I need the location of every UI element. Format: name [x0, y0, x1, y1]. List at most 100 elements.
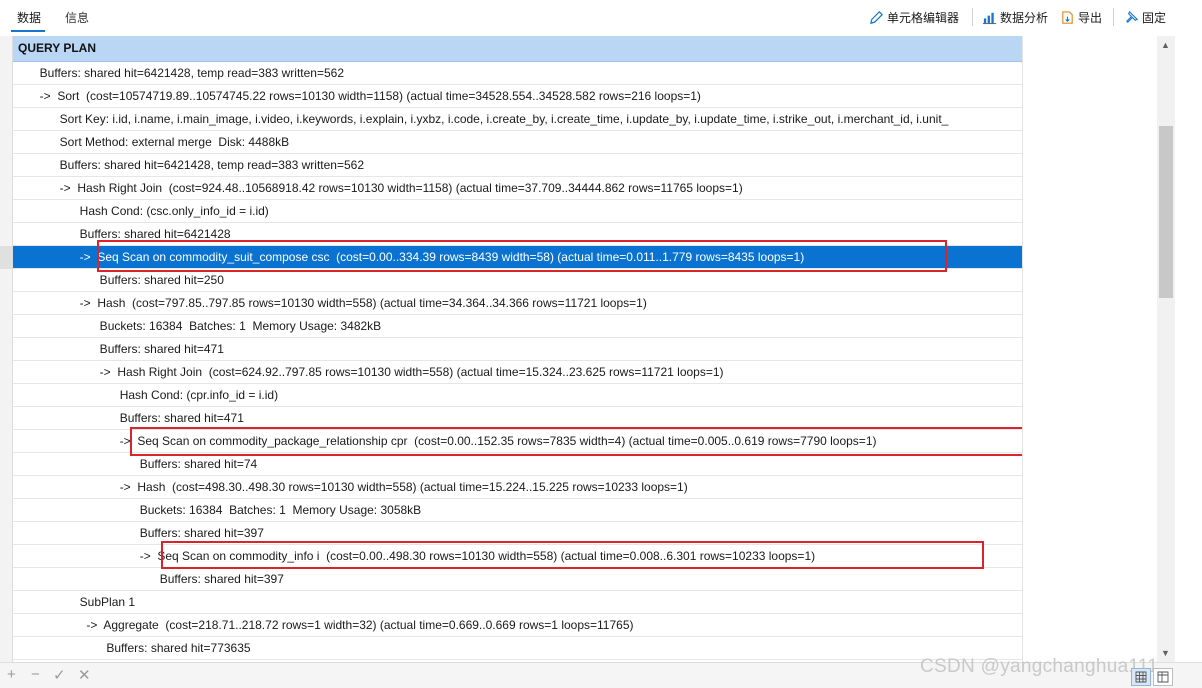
export-icon: [1062, 11, 1073, 24]
query-plan-cell[interactable]: -> Seq Scan on commodity_package_relatio…: [13, 430, 1022, 452]
delete-row-icon[interactable]: −: [31, 666, 40, 683]
row-gutter-cell[interactable]: [0, 545, 13, 568]
row-gutter-cell[interactable]: [0, 315, 13, 338]
query-plan-cell[interactable]: Buffers: shared hit=471: [13, 407, 1022, 429]
query-plan-cell[interactable]: Buffers: shared hit=471: [13, 338, 1022, 360]
row-gutter-cell[interactable]: [0, 407, 13, 430]
table-row[interactable]: -> Seq Scan on commodity_info i (cost=0.…: [0, 545, 1022, 568]
data-analysis-button[interactable]: 数据分析: [982, 9, 1048, 26]
pin-button[interactable]: 固定: [1124, 9, 1166, 26]
table-row[interactable]: Buckets: 16384 Batches: 1 Memory Usage: …: [0, 499, 1022, 522]
row-gutter-cell[interactable]: [0, 476, 13, 499]
row-gutter-cell[interactable]: [0, 430, 13, 453]
query-plan-cell[interactable]: Buffers: shared hit=250: [13, 269, 1022, 291]
query-plan-cell[interactable]: Sort Key: i.id, i.name, i.main_image, i.…: [13, 108, 1022, 130]
data-analysis-label: 数据分析: [1000, 11, 1049, 25]
query-plan-cell[interactable]: Hash Cond: (cpr.info_id = i.id): [13, 384, 1022, 406]
row-gutter-cell[interactable]: [0, 384, 13, 407]
table-row[interactable]: Buffers: shared hit=471: [0, 338, 1022, 361]
query-plan-cell[interactable]: Buffers: shared hit=773635: [13, 637, 1022, 659]
form-view-icon: [1157, 671, 1169, 683]
scrollbar-thumb[interactable]: [1159, 126, 1173, 298]
row-gutter-cell[interactable]: [0, 522, 13, 545]
export-button[interactable]: 导出: [1060, 9, 1102, 26]
table-row[interactable]: -> Sort (cost=10574719.89..10574745.22 r…: [0, 85, 1022, 108]
tab-data[interactable]: 数据: [17, 9, 41, 26]
row-gutter-cell[interactable]: [0, 614, 13, 637]
row-gutter-cell[interactable]: [0, 568, 13, 591]
right-margin: [1175, 36, 1202, 662]
table-row[interactable]: -> Seq Scan on commodity_package_relatio…: [0, 430, 1022, 453]
query-plan-cell[interactable]: -> Sort (cost=10574719.89..10574745.22 r…: [13, 85, 1022, 107]
table-row[interactable]: Buffers: shared hit=6421428, temp read=3…: [0, 154, 1022, 177]
row-gutter-cell[interactable]: [0, 177, 13, 200]
table-row[interactable]: Buffers: shared hit=6421428: [0, 223, 1022, 246]
discard-icon[interactable]: ✕: [78, 666, 91, 684]
form-view-button[interactable]: [1153, 668, 1173, 686]
tab-info[interactable]: 信息: [65, 9, 89, 26]
table-row[interactable]: -> Hash Right Join (cost=624.92..797.85 …: [0, 361, 1022, 384]
query-plan-cell[interactable]: SubPlan 1: [13, 591, 1022, 613]
row-gutter-cell[interactable]: [0, 292, 13, 315]
query-plan-cell[interactable]: -> Hash Right Join (cost=624.92..797.85 …: [13, 361, 1022, 383]
table-row[interactable]: Buffers: shared hit=397: [0, 522, 1022, 545]
row-gutter-cell[interactable]: [0, 131, 13, 154]
query-plan-cell[interactable]: Buffers: shared hit=397: [13, 568, 1022, 590]
row-gutter-cell[interactable]: [0, 269, 13, 292]
query-plan-cell[interactable]: Buffers: shared hit=6421428, temp read=3…: [13, 154, 1022, 176]
table-row[interactable]: Sort Key: i.id, i.name, i.main_image, i.…: [0, 108, 1022, 131]
row-gutter-cell[interactable]: [0, 85, 13, 108]
table-row[interactable]: Buffers: shared hit=74: [0, 453, 1022, 476]
table-row[interactable]: SubPlan 1: [0, 591, 1022, 614]
query-plan-cell[interactable]: -> Hash (cost=498.30..498.30 rows=10130 …: [13, 476, 1022, 498]
table-row[interactable]: -> Seq Scan on commodity_suit_compose cs…: [0, 246, 1022, 269]
row-gutter-cell[interactable]: [0, 200, 13, 223]
table-row[interactable]: Buffers: shared hit=773635: [0, 637, 1022, 660]
table-row[interactable]: -> Aggregate (cost=218.71..218.72 rows=1…: [0, 614, 1022, 637]
table-row[interactable]: -> Hash Right Join (cost=924.48..1056891…: [0, 177, 1022, 200]
column-header-query-plan[interactable]: QUERY PLAN: [13, 36, 1022, 62]
query-plan-cell[interactable]: Hash Cond: (csc.only_info_id = i.id): [13, 200, 1022, 222]
cell-editor-button[interactable]: 单元格编辑器: [869, 9, 959, 26]
row-gutter-cell[interactable]: [0, 62, 13, 85]
row-gutter-cell[interactable]: [0, 591, 13, 614]
table-row[interactable]: Sort Method: external merge Disk: 4488kB: [0, 131, 1022, 154]
row-gutter-cell[interactable]: [0, 453, 13, 476]
row-gutter-cell[interactable]: [0, 154, 13, 177]
query-plan-cell[interactable]: -> Aggregate (cost=218.71..218.72 rows=1…: [13, 614, 1022, 636]
table-row[interactable]: -> Hash (cost=498.30..498.30 rows=10130 …: [0, 476, 1022, 499]
table-row[interactable]: -> Hash (cost=797.85..797.85 rows=10130 …: [0, 292, 1022, 315]
table-row[interactable]: Hash Cond: (csc.only_info_id = i.id): [0, 200, 1022, 223]
query-plan-cell[interactable]: -> Seq Scan on commodity_suit_compose cs…: [13, 246, 1022, 268]
row-gutter-cell[interactable]: [0, 223, 13, 246]
query-plan-cell[interactable]: Buffers: shared hit=6421428, temp read=3…: [13, 62, 1022, 84]
row-gutter-cell[interactable]: [0, 637, 13, 660]
add-row-icon[interactable]: +: [7, 666, 16, 683]
scroll-down-icon[interactable]: ▼: [1161, 648, 1170, 658]
query-plan-cell[interactable]: Buffers: shared hit=397: [13, 522, 1022, 544]
row-gutter-cell[interactable]: [0, 108, 13, 131]
row-gutter-cell[interactable]: [0, 246, 13, 269]
table-row[interactable]: Hash Cond: (cpr.info_id = i.id): [0, 384, 1022, 407]
query-plan-cell[interactable]: Buckets: 16384 Batches: 1 Memory Usage: …: [13, 499, 1022, 521]
table-row[interactable]: Buffers: shared hit=471: [0, 407, 1022, 430]
query-plan-cell[interactable]: -> Seq Scan on commodity_info i (cost=0.…: [13, 545, 1022, 567]
table-row[interactable]: Buffers: shared hit=397: [0, 568, 1022, 591]
vertical-scrollbar[interactable]: ▲ ▼: [1157, 36, 1175, 662]
query-plan-cell[interactable]: Sort Method: external merge Disk: 4488kB: [13, 131, 1022, 153]
query-plan-cell[interactable]: -> Hash Right Join (cost=924.48..1056891…: [13, 177, 1022, 199]
query-plan-cell[interactable]: Buffers: shared hit=74: [13, 453, 1022, 475]
query-plan-cell[interactable]: Buffers: shared hit=6421428: [13, 223, 1022, 245]
query-plan-cell[interactable]: Buckets: 16384 Batches: 1 Memory Usage: …: [13, 315, 1022, 337]
apply-icon[interactable]: ✓: [53, 666, 66, 684]
row-gutter-cell[interactable]: [0, 338, 13, 361]
grid-view-button[interactable]: [1131, 668, 1151, 686]
table-row[interactable]: Buckets: 16384 Batches: 1 Memory Usage: …: [0, 315, 1022, 338]
query-plan-cell[interactable]: -> Hash (cost=797.85..797.85 rows=10130 …: [13, 292, 1022, 314]
scroll-up-icon[interactable]: ▲: [1161, 40, 1170, 50]
row-gutter-cell[interactable]: [0, 499, 13, 522]
table-row[interactable]: Buffers: shared hit=6421428, temp read=3…: [0, 62, 1022, 85]
row-gutter-cell[interactable]: [0, 361, 13, 384]
bar-chart-icon: [982, 12, 997, 25]
table-row[interactable]: Buffers: shared hit=250: [0, 269, 1022, 292]
